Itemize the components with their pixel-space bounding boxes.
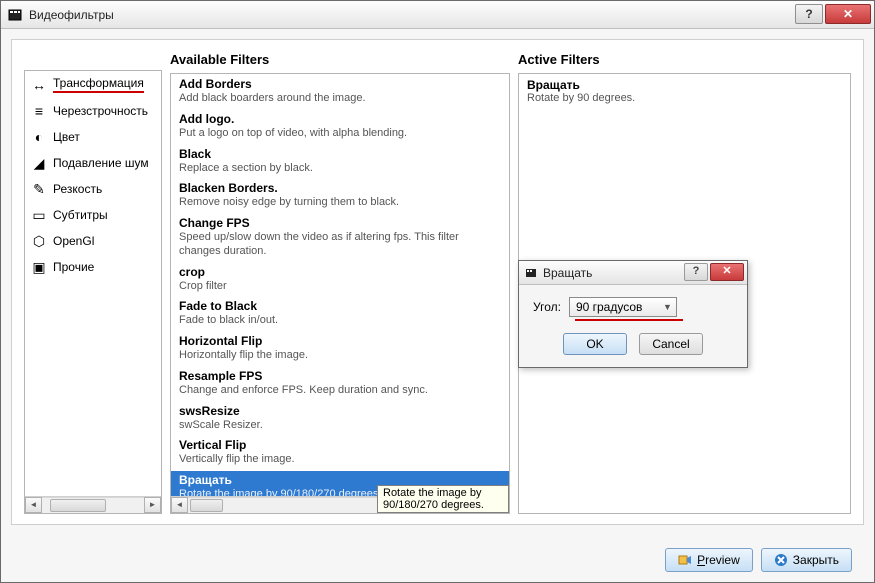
titlebar[interactable]: Видеофильтры ? ✕ (1, 1, 874, 29)
available-filter-item[interactable]: Change FPSSpeed up/slow down the video a… (171, 214, 509, 263)
available-filter-item[interactable]: Vertical FlipVertically flip the image. (171, 436, 509, 471)
available-filters-title: Available Filters (170, 52, 510, 67)
category-icon: ◐ (31, 129, 47, 145)
videofilters-dialog: Видеофильтры ? ✕ ↔ Трансформация ≡ Черезстр… (0, 0, 875, 583)
filter-name: Вращать (179, 473, 501, 488)
category-icon: ≡ (31, 103, 47, 119)
category-item[interactable]: ✎ Резкость (25, 176, 161, 202)
filter-name: Add Borders (179, 77, 501, 92)
preview-button[interactable]: Preview (665, 548, 753, 572)
filter-desc: Crop filter (179, 280, 501, 294)
sub-titlebar[interactable]: Вращать ? ✕ (519, 261, 747, 285)
category-icon: ◢ (31, 155, 47, 171)
sub-close-button[interactable]: ✕ (710, 263, 744, 281)
close-dialog-button[interactable]: Закрыть (761, 548, 852, 572)
filter-name: Horizontal Flip (179, 334, 501, 349)
filter-desc: Replace a section by black. (179, 162, 501, 176)
filter-name: Add logo. (179, 112, 501, 127)
category-icon: ↔ (31, 77, 47, 93)
filter-name: Вращать (527, 78, 842, 92)
available-filters-list[interactable]: Add BordersAdd black boarders around the… (170, 73, 510, 514)
category-item[interactable]: ⬡ OpenGl (25, 228, 161, 254)
close-icon (774, 553, 788, 567)
category-label: Подавление шум (53, 156, 149, 170)
close-label: Закрыть (793, 553, 839, 567)
rotate-properties-dialog: Вращать ? ✕ Угол: 90 градусов ▼ (518, 260, 748, 368)
preview-icon (678, 553, 692, 567)
available-hscrollbar[interactable]: ◄ ► (171, 496, 509, 513)
help-button[interactable]: ? (795, 4, 823, 24)
cancel-button[interactable]: Cancel (639, 333, 703, 355)
angle-combobox[interactable]: 90 градусов ▼ (569, 297, 677, 317)
category-item[interactable]: ≡ Черезстрочность (25, 98, 161, 124)
chevron-down-icon: ▼ (663, 302, 672, 312)
angle-label: Угол: (533, 300, 561, 314)
ok-button[interactable]: OK (563, 333, 627, 355)
available-filter-item[interactable]: Add logo.Put a logo on top of video, wit… (171, 110, 509, 145)
filter-desc: Horizontally flip the image. (179, 349, 501, 363)
sub-app-icon (524, 266, 538, 280)
filter-name: Vertical Flip (179, 438, 501, 453)
filter-desc: Add black boarders around the image. (179, 92, 501, 106)
filter-name: Fade to Black (179, 299, 501, 314)
filter-desc: swScale Resizer. (179, 419, 501, 433)
available-filter-item[interactable]: swsResizeswScale Resizer. (171, 402, 509, 437)
category-item[interactable]: ▣ Прочие (25, 254, 161, 280)
filter-desc: Speed up/slow down the video as if alter… (179, 231, 501, 259)
category-item[interactable]: ▭ Субтитры (25, 202, 161, 228)
filter-name: Change FPS (179, 216, 501, 231)
filter-desc: Change and enforce FPS. Keep duration an… (179, 384, 501, 398)
available-filter-item[interactable]: Horizontal FlipHorizontally flip the ima… (171, 332, 509, 367)
category-item[interactable]: ◐ Цвет (25, 124, 161, 150)
filter-desc: Vertically flip the image. (179, 453, 501, 467)
preview-label-u: P (697, 553, 705, 567)
sub-dialog-title: Вращать (543, 266, 592, 280)
sub-help-button[interactable]: ? (684, 263, 708, 281)
category-label: OpenGl (53, 234, 94, 248)
close-button[interactable]: ✕ (825, 4, 871, 24)
highlight-line (575, 319, 683, 321)
category-icon: ✎ (31, 181, 47, 197)
active-filter-item[interactable]: ВращатьRotate by 90 degrees. (519, 74, 850, 108)
filter-name: swsResize (179, 404, 501, 419)
category-hscrollbar[interactable]: ◄ ► (25, 496, 161, 513)
category-list[interactable]: ↔ Трансформация ≡ Черезстрочность ◐ Цвет ◢ Пода… (24, 70, 162, 514)
filter-desc: Put a logo on top of video, with alpha b… (179, 127, 501, 141)
available-filter-item[interactable]: cropCrop filter (171, 263, 509, 298)
available-filter-item[interactable]: BlackReplace a section by black. (171, 145, 509, 180)
category-label: Трансформация (53, 76, 144, 93)
category-icon: ▭ (31, 207, 47, 223)
category-item[interactable]: ◢ Подавление шум (25, 150, 161, 176)
category-label: Прочие (53, 260, 94, 274)
filter-name: Black (179, 147, 501, 162)
filter-desc: Fade to black in/out. (179, 314, 501, 328)
filter-desc: Remove noisy edge by turning them to bla… (179, 196, 501, 210)
category-label: Субтитры (53, 208, 108, 222)
active-filters-title: Active Filters (518, 52, 851, 67)
angle-value: 90 градусов (576, 300, 642, 314)
available-filter-item[interactable]: Blacken Borders.Remove noisy edge by tur… (171, 179, 509, 214)
window-title: Видеофильтры (29, 8, 114, 22)
filter-name: crop (179, 265, 501, 280)
category-label: Резкость (53, 182, 102, 196)
category-icon: ▣ (31, 259, 47, 275)
category-item[interactable]: ↔ Трансформация (25, 71, 161, 98)
preview-label-rest: review (705, 553, 740, 567)
filter-name: Resample FPS (179, 369, 501, 384)
filter-desc: Rotate by 90 degrees. (527, 92, 842, 104)
filter-name: Blacken Borders. (179, 181, 501, 196)
category-icon: ⬡ (31, 233, 47, 249)
category-label: Цвет (53, 130, 80, 144)
category-label: Черезстрочность (53, 104, 148, 118)
available-filter-item[interactable]: Resample FPSChange and enforce FPS. Keep… (171, 367, 509, 402)
available-filter-item[interactable]: Add BordersAdd black boarders around the… (171, 75, 509, 110)
available-filter-item[interactable]: Fade to BlackFade to black in/out. (171, 297, 509, 332)
app-icon (7, 7, 23, 23)
